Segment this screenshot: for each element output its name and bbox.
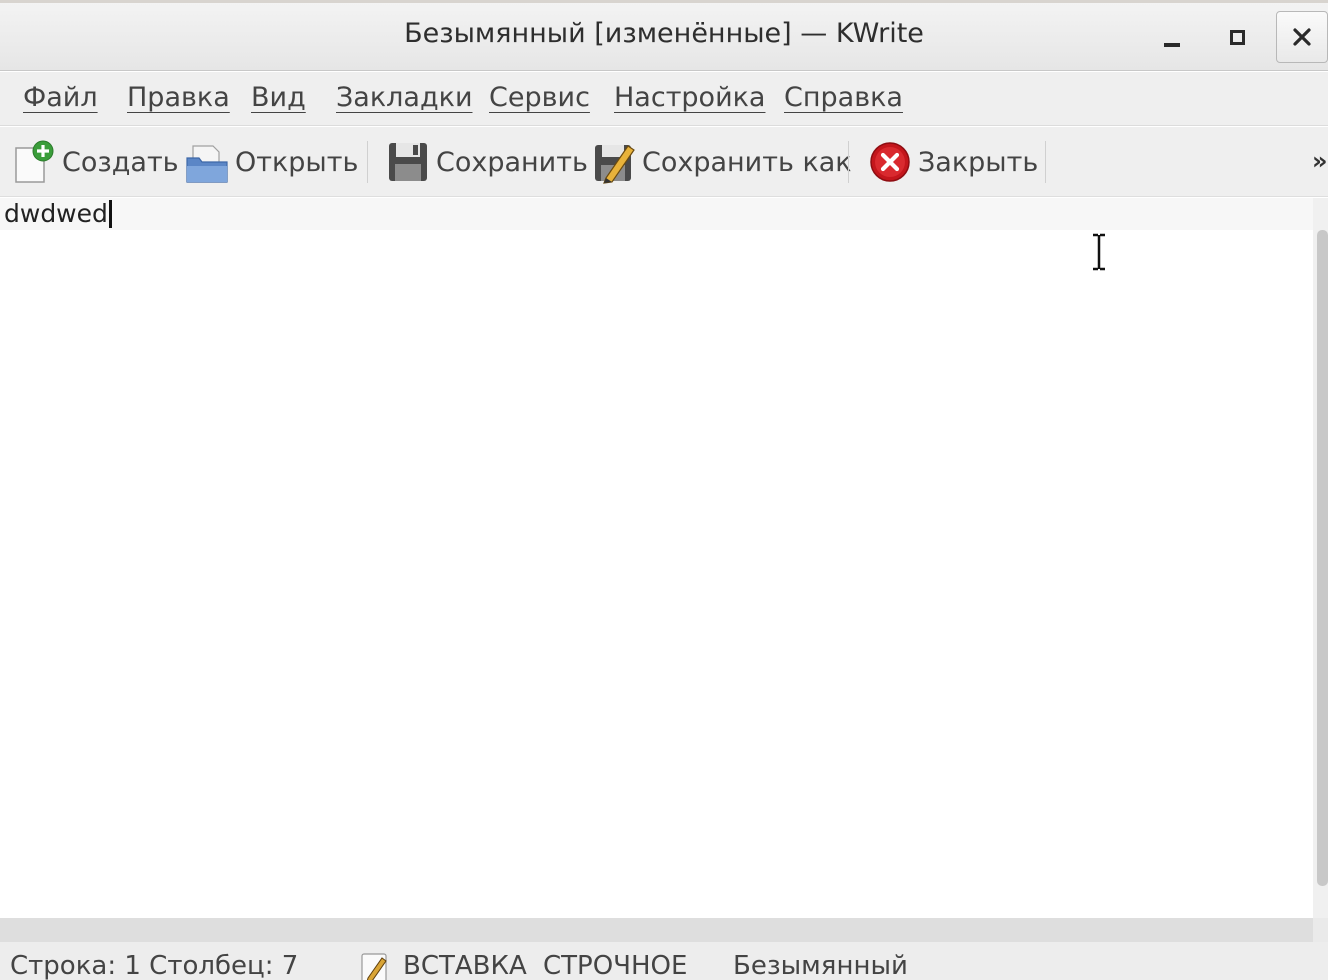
menu-bar: Файл Правка Вид Закладки Сервис Настройк… xyxy=(0,72,1328,126)
save-as-button-label: Сохранить как xyxy=(642,146,852,178)
menu-settings[interactable]: Настройка xyxy=(614,82,765,113)
selection-mode-indicator[interactable]: СТРОЧНОЕ xyxy=(543,951,687,980)
toolbar-separator xyxy=(848,141,849,183)
text-cursor-icon xyxy=(1093,233,1105,271)
cursor-position: Строка: 1 Столбец: 7 xyxy=(10,951,299,980)
close-document-label: Закрыть xyxy=(918,146,1039,178)
menu-view[interactable]: Вид xyxy=(251,82,306,113)
text-editor-area[interactable]: dwdwed xyxy=(0,198,1313,918)
close-circle-icon xyxy=(868,140,912,184)
minimize-button[interactable] xyxy=(1148,12,1196,62)
menu-bookmarks[interactable]: Закладки xyxy=(336,82,473,113)
editor-text: dwdwed xyxy=(4,199,108,228)
save-button[interactable]: Сохранить xyxy=(386,137,588,187)
open-button[interactable]: Открыть xyxy=(185,137,358,187)
save-as-button[interactable]: Сохранить как xyxy=(592,137,852,187)
scrollbar-corner xyxy=(1313,918,1328,942)
vertical-scrollbar-thumb[interactable] xyxy=(1317,230,1328,886)
status-bar: Строка: 1 Столбец: 7 ВСТАВКА СТРОЧНОЕ Бе… xyxy=(0,942,1328,980)
toolbar-overflow-button[interactable]: » xyxy=(1312,147,1328,175)
maximize-icon xyxy=(1229,29,1245,45)
close-icon xyxy=(1293,28,1311,46)
main-toolbar: Создать Открыть Сохранить Сохранить как … xyxy=(0,127,1328,197)
maximize-button[interactable] xyxy=(1213,12,1261,62)
window-title: Безымянный [изменённые] — KWrite xyxy=(404,18,924,49)
save-as-icon xyxy=(592,140,636,184)
new-document-icon xyxy=(12,140,56,184)
close-window-button[interactable] xyxy=(1276,11,1328,63)
current-line-highlight xyxy=(0,198,1313,230)
save-button-label: Сохранить xyxy=(436,146,588,178)
menu-file[interactable]: Файл xyxy=(23,82,98,113)
toolbar-separator xyxy=(1045,141,1046,183)
editor-text-line[interactable]: dwdwed xyxy=(4,199,112,228)
menu-edit[interactable]: Правка xyxy=(127,82,230,113)
minimize-icon xyxy=(1164,43,1180,47)
menu-help[interactable]: Справка xyxy=(784,82,903,113)
horizontal-scrollbar[interactable] xyxy=(0,918,1313,942)
insert-mode-indicator[interactable]: ВСТАВКА xyxy=(403,951,527,980)
new-button-label: Создать xyxy=(62,146,179,178)
title-bar[interactable]: Безымянный [изменённые] — KWrite xyxy=(0,3,1328,71)
edit-mode-icon xyxy=(361,953,387,980)
new-button[interactable]: Создать xyxy=(12,137,179,187)
toolbar-separator xyxy=(367,141,368,183)
save-icon xyxy=(386,140,430,184)
close-document-button[interactable]: Закрыть xyxy=(868,137,1038,187)
open-button-label: Открыть xyxy=(235,146,359,178)
folder-open-icon xyxy=(185,140,229,184)
document-name: Безымянный xyxy=(733,951,908,980)
menu-tools[interactable]: Сервис xyxy=(489,82,590,113)
text-caret xyxy=(108,200,112,228)
